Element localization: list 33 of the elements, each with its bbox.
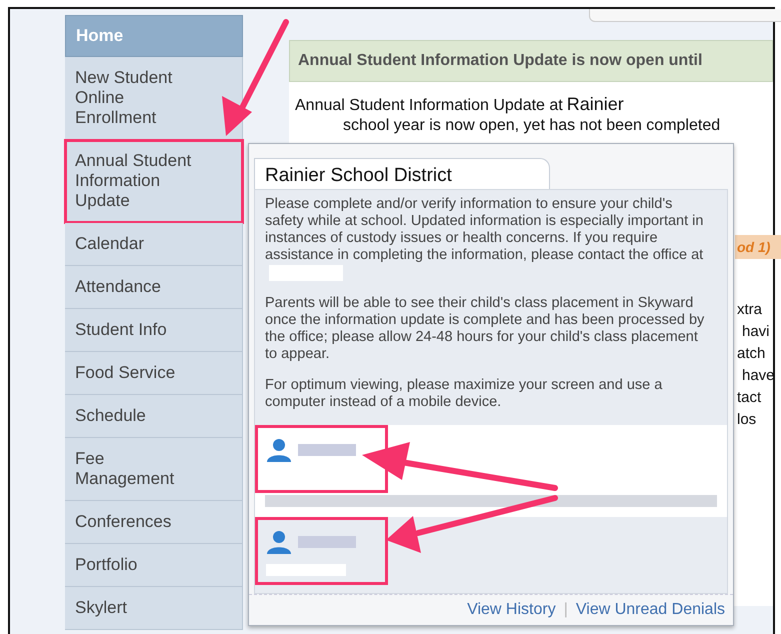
text-fragment: have (742, 366, 775, 386)
info-paragraph: Parents will be able to see their child's class placement in Skyward once the information update is complete and has been processed by the office; please allow 24-48 hours for your child's class placement to appear. (265, 295, 705, 363)
blurred-name (298, 444, 356, 456)
announcement-header: Annual Student Information Update is now open until (289, 40, 773, 82)
sidebar-item[interactable]: Skylert (65, 587, 243, 630)
sidebar-item[interactable]: Attendance (65, 266, 243, 309)
contact-card[interactable] (255, 425, 727, 517)
info-paragraph: Please complete and/or verify information to ensure your child's safety while at school. Updated information is especially important in instances of custody issues or health concerns. If you require assistance in completing the information, please contact the office at (265, 196, 705, 281)
sidebar-item[interactable]: Fee Management (65, 438, 243, 501)
sidebar-item[interactable]: Calendar (65, 223, 243, 266)
sidebar-item[interactable]: Portfolio (65, 544, 243, 587)
blurred-name (298, 536, 356, 548)
sidebar-item[interactable]: Conferences (65, 501, 243, 544)
person-icon (266, 438, 292, 462)
info-paragraph: For optimum viewing, please maximize your screen and use a computer instead of a mobile device. (265, 377, 664, 411)
sidebar-item[interactable]: Schedule (65, 395, 243, 438)
announcement-text: Annual Student Information Update at (295, 97, 563, 114)
sidebar-item[interactable]: Annual Student Information Update (65, 140, 243, 223)
text-fragment: havi (742, 322, 770, 342)
text-fragment: tact (737, 388, 762, 408)
section-title: od 1) (737, 239, 770, 255)
sidebar-item[interactable]: New Student Online Enrollment (65, 57, 243, 140)
district-tab[interactable]: Rainier School District (254, 158, 550, 189)
footer-link[interactable]: View Unread Denials (576, 601, 725, 618)
link-separator: | (564, 601, 568, 618)
person-icon (266, 530, 292, 554)
sidebar-item[interactable]: Student Info (65, 309, 243, 352)
text-fragment: xtra (737, 300, 762, 320)
text-fragment: los (737, 410, 756, 430)
sidebar-item[interactable]: Food Service (65, 352, 243, 395)
announcement-text: school year is now open, yet has not been completed (343, 117, 720, 135)
text-fragment: atch (737, 344, 766, 364)
footer-link[interactable]: View History (467, 601, 556, 618)
